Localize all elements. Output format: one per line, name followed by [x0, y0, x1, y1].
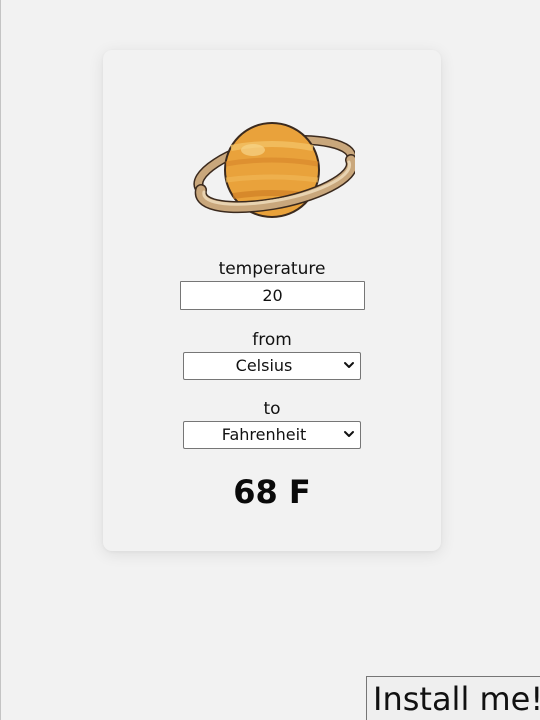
saturn-planet-icon — [193, 122, 355, 218]
conversion-result: 68 F — [233, 473, 311, 511]
app-page: temperature from Celsius to Fahrenheit 6… — [0, 0, 540, 720]
chevron-down-icon — [344, 362, 354, 368]
to-unit-select[interactable]: Fahrenheit — [183, 421, 361, 449]
from-label: from — [252, 330, 292, 350]
from-unit-selected-value: Celsius — [235, 356, 293, 375]
to-unit-selected-value: Fahrenheit — [221, 425, 307, 444]
from-unit-select[interactable]: Celsius — [183, 352, 361, 380]
install-button[interactable]: Install me! — [366, 676, 540, 720]
converter-card: temperature from Celsius to Fahrenheit 6… — [103, 50, 441, 551]
chevron-down-icon — [344, 431, 354, 437]
temperature-label: temperature — [218, 259, 326, 279]
to-label: to — [263, 399, 281, 419]
temperature-input[interactable] — [180, 281, 365, 310]
